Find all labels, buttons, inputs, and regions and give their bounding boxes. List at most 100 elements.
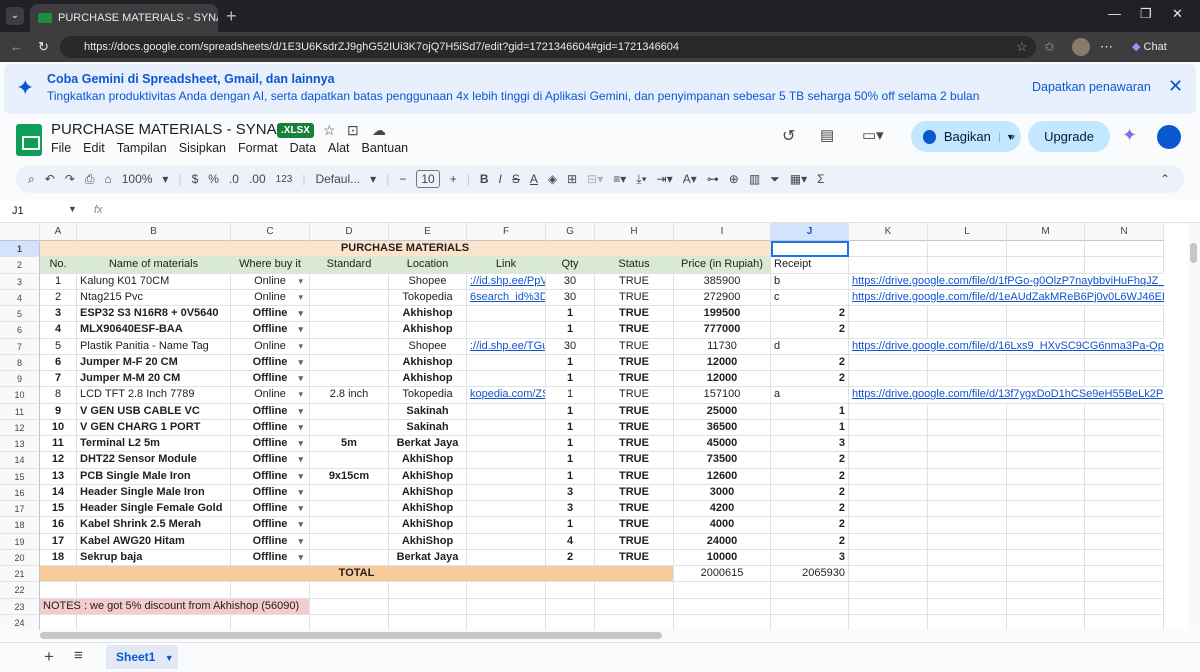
sheets-logo-icon[interactable] <box>16 124 42 156</box>
row-header[interactable]: 22 <box>0 582 40 599</box>
row-header[interactable]: 8 <box>0 354 40 371</box>
increase-font-size-icon[interactable]: + <box>450 172 457 186</box>
fill-color-icon[interactable]: ◈ <box>548 172 557 186</box>
where-buy-dropdown[interactable]: Offline <box>231 484 310 501</box>
new-tab-icon[interactable]: + <box>226 6 237 27</box>
reload-icon[interactable]: ↻ <box>38 39 49 55</box>
profile-avatar[interactable] <box>1072 38 1090 56</box>
font-select[interactable]: Defaul... <box>315 172 360 186</box>
where-buy-dropdown[interactable]: Offline <box>231 452 310 469</box>
column-header-i[interactable]: I <box>674 223 771 241</box>
selected-cell-j1[interactable] <box>771 241 849 258</box>
strikethrough-icon[interactable]: S <box>512 172 520 186</box>
cell-link[interactable]: ://id.shp.ee/TGuU <box>467 338 546 355</box>
row-header[interactable]: 18 <box>0 517 40 534</box>
sheet-tab-sheet1[interactable]: Sheet1 ▼ <box>106 645 178 669</box>
menu-help[interactable]: Bantuan <box>362 141 409 155</box>
row-header[interactable]: 9 <box>0 371 40 388</box>
row-header[interactable]: 23 <box>0 598 40 615</box>
text-rotation-icon[interactable]: A▾ <box>683 172 697 186</box>
vertical-scroll-thumb[interactable] <box>1190 243 1197 263</box>
browser-tab[interactable]: PURCHASE MATERIALS - SYNAPSE ✕ <box>30 4 218 32</box>
meet-icon[interactable]: ▭▾ <box>862 126 884 144</box>
column-header-n[interactable]: N <box>1085 223 1164 241</box>
row-header[interactable]: 17 <box>0 501 40 518</box>
menu-file[interactable]: File <box>51 141 71 155</box>
menu-data[interactable]: Data <box>290 141 316 155</box>
where-buy-dropdown[interactable]: Offline <box>231 403 310 420</box>
where-buy-dropdown[interactable]: Offline <box>231 371 310 388</box>
receipt-drive-link[interactable]: https://drive.google.com/file/d/1fPGo-g0… <box>849 274 1164 290</box>
row-header[interactable]: 20 <box>0 549 40 566</box>
menu-format[interactable]: Format <box>238 141 278 155</box>
row-header[interactable]: 12 <box>0 419 40 436</box>
column-header-m[interactable]: M <box>1007 223 1085 241</box>
menu-insert[interactable]: Sisipkan <box>179 141 226 155</box>
where-buy-dropdown[interactable]: Offline <box>231 436 310 453</box>
redo-icon[interactable]: ↷ <box>65 172 75 186</box>
row-header[interactable]: 11 <box>0 403 40 420</box>
zoom-select[interactable]: 100% <box>122 172 153 186</box>
row-header[interactable]: 13 <box>0 436 40 453</box>
where-buy-dropdown[interactable]: Offline <box>231 549 310 566</box>
account-avatar[interactable] <box>1157 125 1181 149</box>
name-box-chevron-icon[interactable]: ▼ <box>68 204 77 214</box>
menu-view[interactable]: Tampilan <box>117 141 167 155</box>
star-icon[interactable]: ☆ <box>323 122 336 139</box>
column-header-k[interactable]: K <box>849 223 928 241</box>
all-sheets-icon[interactable]: ≡ <box>74 647 83 664</box>
row-header[interactable]: 4 <box>0 289 40 306</box>
more-menu-icon[interactable]: ⋯ <box>1100 39 1113 55</box>
insert-chart-icon[interactable]: ▥ <box>749 172 760 186</box>
cloud-status-icon[interactable]: ☁ <box>372 122 386 139</box>
share-button[interactable]: Bagikan ▼ <box>911 121 1021 152</box>
insert-comment-icon[interactable]: ⊕ <box>729 172 739 186</box>
where-buy-dropdown[interactable]: Offline <box>231 533 310 550</box>
where-buy-dropdown[interactable]: Online <box>231 387 310 404</box>
vertical-align-icon[interactable]: ⤓▾ <box>636 172 646 187</box>
minimize-icon[interactable]: — <box>1108 6 1121 21</box>
sheet-tab-chevron-icon[interactable]: ▼ <box>165 653 174 663</box>
where-buy-dropdown[interactable]: Online <box>231 289 310 306</box>
window-close-icon[interactable]: ✕ <box>1172 6 1183 22</box>
url-input[interactable]: https://docs.google.com/spreadsheets/d/1… <box>60 36 1036 58</box>
menu-edit[interactable]: Edit <box>83 141 105 155</box>
row-header[interactable]: 2 <box>0 257 40 274</box>
receipt-drive-link[interactable]: https://drive.google.com/file/d/16Lxs9_H… <box>849 339 1164 355</box>
select-all-corner[interactable] <box>0 223 40 241</box>
bookmark-star-icon[interactable]: ☆ <box>1016 39 1028 55</box>
font-size-input[interactable]: 10 <box>416 170 440 188</box>
cell-link[interactable]: 6search_id%3D2 <box>467 289 546 306</box>
document-title[interactable]: PURCHASE MATERIALS - SYNAPSE <box>51 121 307 138</box>
print-icon[interactable]: ⎙ <box>85 172 95 187</box>
text-color-icon[interactable]: A <box>530 172 538 186</box>
insert-link-icon[interactable]: ⊶ <box>707 172 719 186</box>
filter-views-icon[interactable]: ▦▾ <box>790 172 807 186</box>
horizontal-scroll-thumb[interactable] <box>40 632 662 639</box>
row-header[interactable]: 1 <box>0 241 40 258</box>
row-header[interactable]: 10 <box>0 387 40 404</box>
undo-icon[interactable]: ↶ <box>45 172 55 186</box>
column-header-h[interactable]: H <box>595 223 674 241</box>
increase-decimal[interactable]: .00 <box>249 172 266 186</box>
decrease-font-size-icon[interactable]: − <box>399 172 406 186</box>
bold-icon[interactable]: B <box>480 172 489 186</box>
column-header-a[interactable]: A <box>40 223 77 241</box>
where-buy-dropdown[interactable]: Offline <box>231 306 310 323</box>
cell-link[interactable]: kopedia.com/ZSV <box>467 387 546 404</box>
more-formats[interactable]: 123 <box>276 174 293 185</box>
chat-button[interactable]: ◆ Chat <box>1124 37 1175 57</box>
row-header[interactable]: 24 <box>0 614 40 630</box>
column-header-b[interactable]: B <box>77 223 231 241</box>
favorites-icon[interactable]: ✩ <box>1044 39 1055 55</box>
column-header-j[interactable]: J <box>771 223 849 241</box>
functions-icon[interactable]: Σ <box>817 172 824 186</box>
receipt-drive-link[interactable]: https://drive.google.com/file/d/1eAUdZak… <box>849 290 1164 306</box>
get-offer-link[interactable]: Dapatkan penawaran <box>1032 80 1151 94</box>
font-chevron-icon[interactable]: ▾ <box>370 172 376 186</box>
row-header[interactable]: 15 <box>0 468 40 485</box>
row-header[interactable]: 19 <box>0 533 40 550</box>
restore-icon[interactable]: ❐ <box>1140 6 1152 22</box>
where-buy-dropdown[interactable]: Online <box>231 273 310 290</box>
row-header[interactable]: 3 <box>0 273 40 290</box>
